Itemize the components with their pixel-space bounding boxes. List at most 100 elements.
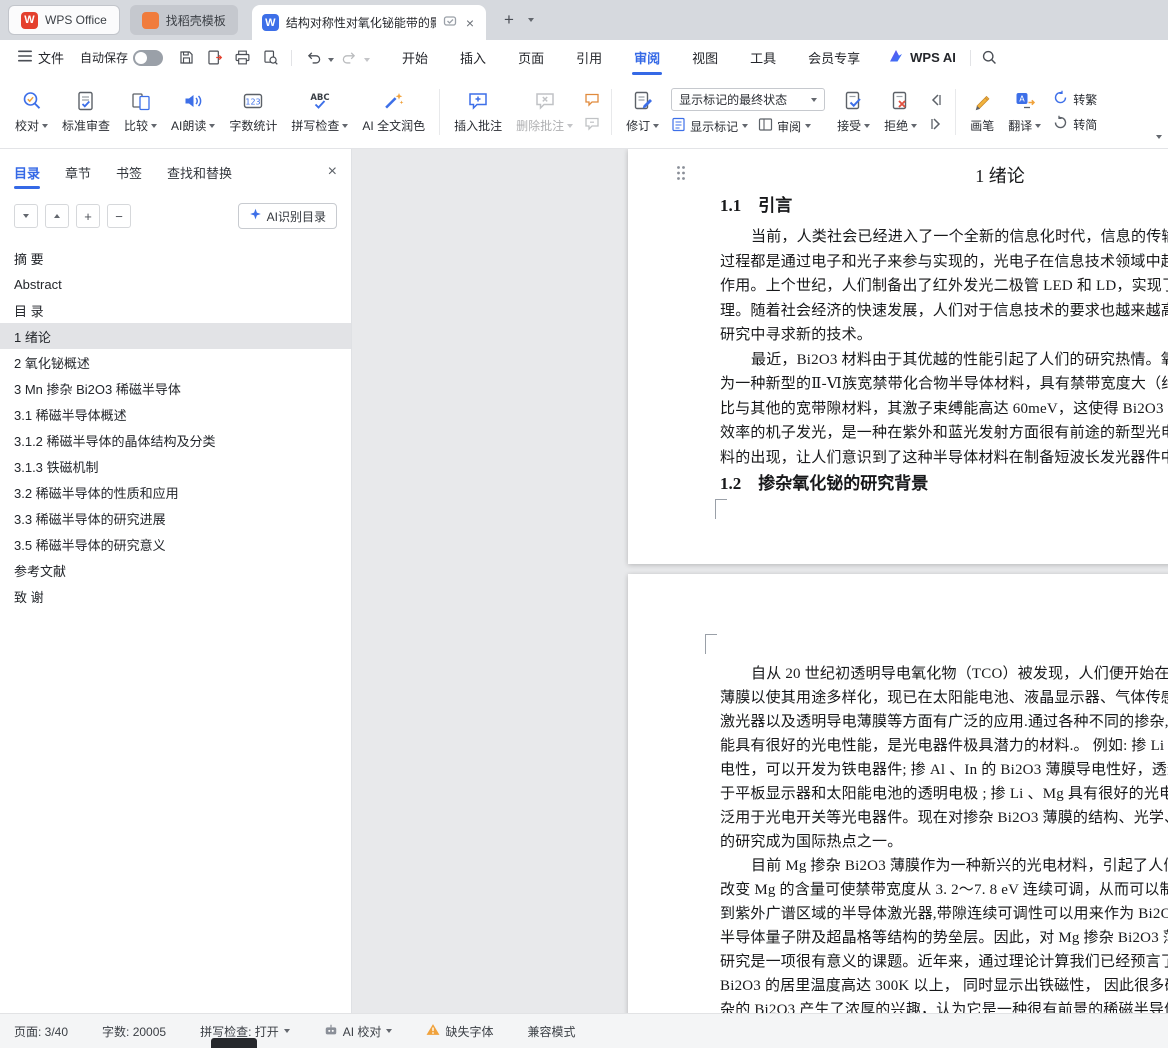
sidebar-tab-bookmarks[interactable]: 书签 [116,149,142,195]
collapse-level-button[interactable]: − [107,204,131,228]
markup-state-select[interactable]: 显示标记的最终状态 [671,88,826,111]
toc-item[interactable]: Abstract [0,271,351,297]
text-line[interactable]: 能具有很好的光电性能，是光电器件极具潜力的材料.。 例如: 掺 Li 的 Bi [720,734,1168,758]
tab-member[interactable]: 会员专享 [792,40,876,75]
text-line[interactable]: 泛用于光电开关等光电器件。现在对掺杂 Bi2O3 薄膜的结构、光学、电学 [720,806,1168,830]
delete-comment-button[interactable]: 删除批注 [509,84,580,139]
document-canvas[interactable]: 1 绪论 1.1 引言 当前，人类社会已经进入了一个全新的信息化时代，信息的传输… [352,149,1168,1013]
text-line[interactable]: 最近，Bi2O3 材料由于其优越的性能引起了人们的研究热情。氧化铋 [720,348,1168,373]
toc-item[interactable]: 摘 要 [0,245,351,271]
tab-reference[interactable]: 引用 [560,40,618,75]
missing-font-warning[interactable]: 缺失字体 [426,1023,493,1040]
to-simplified-button[interactable]: 转简 [1053,115,1097,133]
tab-home[interactable]: 开始 [386,40,444,75]
ai-polish-button[interactable]: AI 全文润色 [355,84,432,139]
word-count-button[interactable]: 123 字数统计 [222,84,284,139]
toc-item[interactable]: 3.1.3 铁磁机制 [0,453,351,479]
text-line[interactable]: 半导体量子阱及超晶格等结构的势垒层。因此，对 Mg 掺杂 Bi2O3 薄膜的 [720,926,1168,950]
export-pdf-icon[interactable] [201,45,227,71]
wps-ai-button[interactable]: WPS AI [888,48,956,67]
redo-icon[interactable] [336,45,362,71]
text-line[interactable]: 改变 Mg 的含量可使禁带宽度从 3. 2～7. 8 eV 连续可调，从而可以制 [720,878,1168,902]
text-line[interactable]: 当前，人类社会已经进入了一个全新的信息化时代，信息的传输、处 [720,225,1168,250]
text-line[interactable]: 比与其他的宽带隙材料，其激子束缚能高达 60meV，这使得 Bi2O3 在室 [720,397,1168,422]
toc-item[interactable]: 参考文献 [0,557,351,583]
proof-button[interactable]: 校对 [8,84,55,139]
show-markup-button[interactable]: 显示标记 [671,117,749,135]
tab-template[interactable]: 找稻壳模板 [129,5,238,35]
save-icon[interactable] [173,45,199,71]
text-line[interactable]: 效率的机子发光，是一种在紫外和蓝光发射方面很有前途的新型光电子材 [720,421,1168,446]
compare-button[interactable]: 比较 [117,84,164,139]
sidebar-tab-sections[interactable]: 章节 [65,149,91,195]
collapse-ribbon-icon[interactable] [1156,126,1162,144]
sidebar-tab-find-replace[interactable]: 查找和替换 [167,149,232,195]
ai-recognize-toc-button[interactable]: AI识别目录 [237,203,337,229]
section-heading-1-2[interactable]: 1.2 掺杂氧化铋的研究背景 [720,472,1168,496]
ai-read-button[interactable]: AI朗读 [164,84,222,139]
print-icon[interactable] [229,45,255,71]
text-line[interactable]: 杂的 Bi2O3 产生了浓厚的兴趣，认为它是一种很有前景的稀磁半导体材 [720,998,1168,1013]
text-line[interactable]: 理。随着社会经济的快速发展，人们对于信息技术的要求也越来越高，一 [720,299,1168,324]
toc-item[interactable]: 目 录 [0,297,351,323]
translate-button[interactable]: A 翻译 [1001,84,1048,139]
collapse-all-button[interactable] [45,204,69,228]
toc-item[interactable]: 3.1 稀磁半导体概述 [0,401,351,427]
ai-proof-status[interactable]: AI 校对 [324,1023,393,1040]
tab-page[interactable]: 页面 [502,40,560,75]
sidebar-tab-contents[interactable]: 目录 [14,149,40,195]
expand-all-button[interactable] [14,204,38,228]
text-line[interactable]: 电性，可以开发为铁电器件; 掺 Al 、In 的 Bi2O3 薄膜导电性好，透过… [720,758,1168,782]
page-indicator[interactable]: 页面: 3/40 [14,1023,68,1040]
search-icon[interactable] [977,45,1003,71]
text-line[interactable]: 到紫外广谱区域的半导体激光器,带隙连续可调性可以用来作为 Bi2O3 / M [720,902,1168,926]
close-tab-icon[interactable]: × [464,15,476,31]
new-tab-button[interactable]: + [496,7,522,33]
text-line[interactable]: 的研究成为国际热点之一。 [720,830,1168,854]
accept-button[interactable]: 接受 [830,84,877,139]
toc-item[interactable]: 致 谢 [0,583,351,609]
reject-button[interactable]: 拒绝 [877,84,924,139]
next-change-icon[interactable] [927,116,945,131]
tab-wps-office[interactable]: W WPS Office [8,5,120,35]
text-line[interactable]: 于平板显示器和太阳能电池的透明电极 ; 掺 Li 、Mg 具有很好的光电性 [720,782,1168,806]
toc-item[interactable]: 3 Mn 掺杂 Bi2O3 稀磁半导体 [0,375,351,401]
tab-insert[interactable]: 插入 [444,40,502,75]
text-line[interactable]: 研究中寻求新的技术。 [720,323,1168,348]
redo-caret-icon[interactable] [364,49,371,67]
review-pane-button[interactable]: 审阅 [758,117,812,135]
previous-change-icon[interactable] [927,92,945,107]
spell-check-button[interactable]: ABC 拼写检查 [284,84,355,139]
autosave-toggle[interactable] [133,49,164,66]
chapter-title[interactable]: 1 绪论 [720,163,1168,189]
tab-review[interactable]: 审阅 [618,40,676,75]
text-line[interactable]: 过程都是通过电子和光子来参与实现的，光电子在信息技术领域中起到了 [720,250,1168,275]
toc-item-selected[interactable]: 1 绪论 [0,323,351,349]
text-line[interactable]: 激光器以及透明导电薄膜等方面有广泛的应用.通过各种不同的掺杂,氧 [720,710,1168,734]
text-line[interactable]: 作用。上个世纪，人们制备出了红外发光二极管 LED 和 LD，实现了光通信 [720,274,1168,299]
next-comment-icon[interactable] [583,116,601,131]
word-count-indicator[interactable]: 字数: 20005 [102,1023,166,1040]
print-preview-icon[interactable] [257,45,283,71]
toc-item[interactable]: 3.1.2 稀磁半导体的晶体结构及分类 [0,427,351,453]
file-menu-button[interactable]: 文件 [12,48,70,67]
text-line[interactable]: 薄膜以使其用途多样化，现已在太阳能电池、液晶显示器、气体传感器、 [720,686,1168,710]
text-line[interactable]: 料的出现，让人们意识到了这种半导体材料在制备短波长发光器件中的 [720,446,1168,471]
expand-level-button[interactable]: + [76,204,100,228]
toc-item[interactable]: 3.3 稀磁半导体的研究进展 [0,505,351,531]
tab-list-caret-icon[interactable] [528,9,534,27]
standard-review-button[interactable]: 标准审查 [55,84,117,139]
to-traditional-button[interactable]: 转繁 [1053,90,1097,108]
text-line[interactable]: 研究是一项很有意义的课题。近年来，通过理论计算我们已经预言了 Mg [720,950,1168,974]
undo-caret-icon[interactable] [328,49,335,67]
text-line[interactable]: 为一种新型的Ⅱ-Ⅵ族宽禁带化合物半导体材料，具有禁带宽度大（约 3.3 [720,372,1168,397]
close-sidebar-icon[interactable]: × [328,163,337,181]
document-page-2[interactable]: 自从 20 世纪初透明导电氧化物（TCO）被发现，人们便开始在各种材 薄膜以使其… [628,574,1168,1013]
section-heading-1-1[interactable]: 1.1 引言 [720,194,1168,218]
undo-icon[interactable] [300,45,326,71]
insert-comment-button[interactable]: 插入批注 [447,84,509,139]
toc-item[interactable]: 3.5 稀磁半导体的研究意义 [0,531,351,557]
tab-view[interactable]: 视图 [676,40,734,75]
text-line[interactable]: 目前 Mg 掺杂 Bi2O3 薄膜作为一种新兴的光电材料，引起了人们的浓 [720,854,1168,878]
tab-document[interactable]: W 结构对称性对氧化铋能带的影 × [251,5,486,40]
